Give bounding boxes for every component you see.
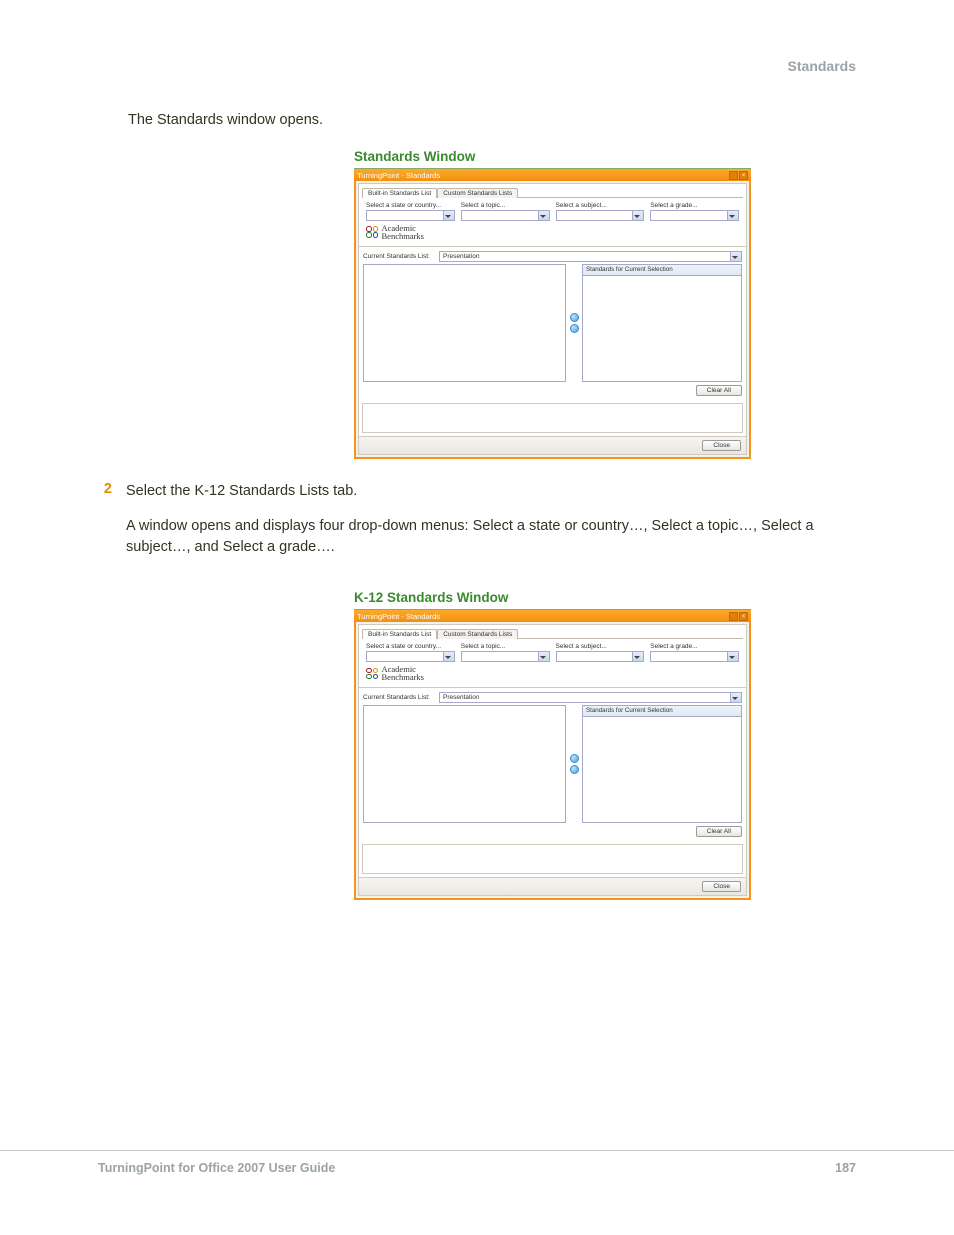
step2-text: Select the K-12 Standards Lists tab.	[126, 481, 858, 502]
dropdown-subject[interactable]	[556, 651, 645, 662]
dropdown-subject[interactable]	[556, 210, 645, 221]
label-subject: Select a subject...	[556, 643, 645, 650]
dropdown-state[interactable]	[366, 651, 455, 662]
description-area	[362, 844, 743, 874]
footer-page-number: 187	[835, 1161, 856, 1175]
figure1-caption: Standards Window	[354, 149, 858, 164]
tab-custom-standards[interactable]: Custom Standards Lists	[437, 188, 518, 198]
close-button[interactable]: ×	[739, 171, 748, 180]
minimize-button[interactable]	[729, 171, 738, 180]
logo-line2: Benchmarks	[382, 673, 425, 681]
page-header-section: Standards	[788, 58, 856, 74]
label-subject: Select a subject...	[556, 202, 645, 209]
dropdown-topic[interactable]	[461, 210, 550, 221]
remove-standard-button[interactable]	[570, 765, 579, 774]
tab-custom-standards[interactable]: Custom Standards Lists	[437, 629, 518, 639]
current-standards-label: Current Standards List:	[363, 694, 431, 701]
remove-standard-button[interactable]	[570, 324, 579, 333]
current-standards-label: Current Standards List:	[363, 253, 431, 260]
window-title: TurningPoint - Standards	[357, 171, 440, 180]
label-state: Select a state or country...	[366, 202, 455, 209]
selection-pane-title: Standards for Current Selection	[582, 264, 742, 275]
dropdown-state[interactable]	[366, 210, 455, 221]
academic-benchmarks-logo: Academic Benchmarks	[366, 665, 739, 681]
footer-guide-title: TurningPoint for Office 2007 User Guide	[98, 1161, 335, 1175]
standards-list-pane[interactable]	[363, 264, 566, 382]
label-topic: Select a topic...	[461, 643, 550, 650]
titlebar: TurningPoint - Standards ×	[354, 169, 751, 181]
k12-standards-window: TurningPoint - Standards × Built-in Stan…	[354, 609, 751, 900]
clear-all-button[interactable]: Clear All	[696, 826, 742, 837]
tab-builtin-standards[interactable]: Built-in Standards List	[362, 629, 437, 639]
titlebar: TurningPoint - Standards ×	[354, 610, 751, 622]
step-number-2: 2	[100, 481, 112, 572]
intro-text: The Standards window opens.	[128, 110, 858, 131]
add-standard-button[interactable]	[570, 754, 579, 763]
close-button[interactable]: ×	[739, 612, 748, 621]
add-standard-button[interactable]	[570, 313, 579, 322]
window-title: TurningPoint - Standards	[357, 612, 440, 621]
dropdown-grade[interactable]	[650, 210, 739, 221]
label-state: Select a state or country...	[366, 643, 455, 650]
selection-pane[interactable]	[582, 275, 742, 382]
dropdown-topic[interactable]	[461, 651, 550, 662]
step2-paragraph: A window opens and displays four drop-do…	[126, 516, 858, 558]
minimize-button[interactable]	[729, 612, 738, 621]
description-area	[362, 403, 743, 433]
close-dialog-button[interactable]: Close	[702, 881, 741, 892]
academic-benchmarks-logo: Academic Benchmarks	[366, 224, 739, 240]
standards-list-pane[interactable]	[363, 705, 566, 823]
selection-pane-title: Standards for Current Selection	[582, 705, 742, 716]
logo-line2: Benchmarks	[382, 232, 425, 240]
dropdown-grade[interactable]	[650, 651, 739, 662]
label-grade: Select a grade...	[650, 643, 739, 650]
close-dialog-button[interactable]: Close	[702, 440, 741, 451]
current-standards-dropdown[interactable]: Presentation	[439, 251, 742, 262]
clear-all-button[interactable]: Clear All	[696, 385, 742, 396]
label-topic: Select a topic...	[461, 202, 550, 209]
standards-window: TurningPoint - Standards × Built-in Stan…	[354, 168, 751, 459]
selection-pane[interactable]	[582, 716, 742, 823]
current-standards-dropdown[interactable]: Presentation	[439, 692, 742, 703]
figure2-caption: K-12 Standards Window	[354, 590, 858, 605]
tab-builtin-standards[interactable]: Built-in Standards List	[362, 188, 437, 198]
label-grade: Select a grade...	[650, 202, 739, 209]
